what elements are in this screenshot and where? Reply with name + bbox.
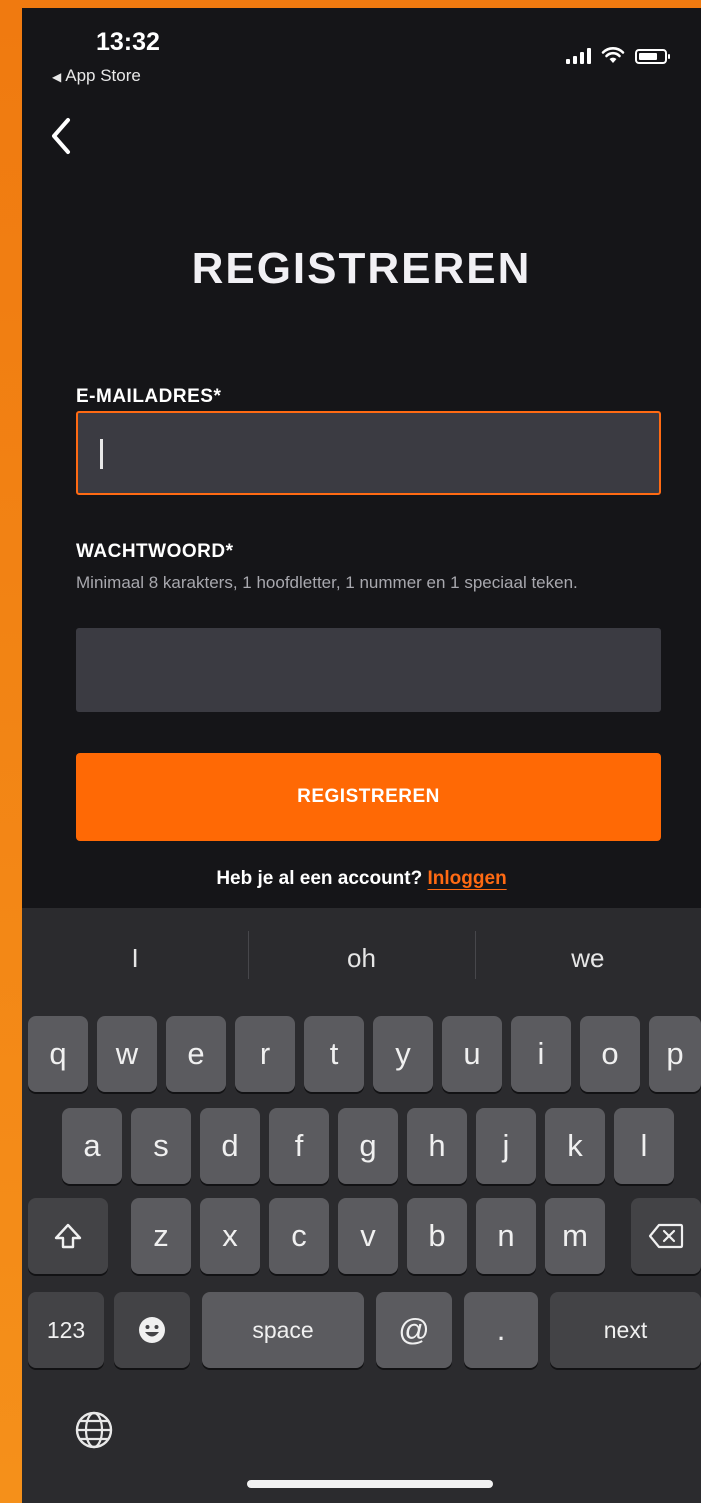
register-button[interactable]: REGISTREREN (76, 753, 661, 841)
key-h[interactable]: h (407, 1108, 467, 1184)
login-link[interactable]: Inloggen (428, 868, 507, 889)
globe-icon[interactable] (72, 1408, 116, 1452)
password-hint: Minimaal 8 karakters, 1 hoofdletter, 1 n… (76, 573, 578, 592)
key-u[interactable]: u (442, 1016, 502, 1092)
phone-screen: 13:32 ◀ App Store REGISTREREN E-MAILADRES… (22, 8, 701, 1503)
key-m[interactable]: m (545, 1198, 605, 1274)
home-indicator (247, 1480, 493, 1488)
key-i[interactable]: i (511, 1016, 571, 1092)
key-n[interactable]: n (476, 1198, 536, 1274)
key-p[interactable]: p (649, 1016, 701, 1092)
key-w[interactable]: w (97, 1016, 157, 1092)
next-key[interactable]: next (550, 1292, 701, 1368)
chevron-left-icon[interactable] (48, 116, 88, 166)
key-t[interactable]: t (304, 1016, 364, 1092)
account-question: Heb je al een account? (216, 868, 423, 889)
key-y[interactable]: y (373, 1016, 433, 1092)
email-field[interactable] (76, 411, 661, 495)
password-field[interactable] (76, 628, 661, 712)
signal-icon (566, 48, 591, 64)
suggestion-2[interactable]: oh (248, 930, 474, 979)
shift-icon (54, 1223, 82, 1249)
at-key[interactable]: @ (376, 1292, 452, 1368)
key-o[interactable]: o (580, 1016, 640, 1092)
battery-icon (635, 49, 670, 64)
key-v[interactable]: v (338, 1198, 398, 1274)
suggestion-3[interactable]: we (474, 930, 701, 979)
key-k[interactable]: k (545, 1108, 605, 1184)
suggestion-1[interactable]: I (22, 943, 248, 974)
key-q[interactable]: q (28, 1016, 88, 1092)
back-app-label: App Store (65, 66, 141, 85)
key-r[interactable]: r (235, 1016, 295, 1092)
password-label: WACHTWOORD* (76, 541, 234, 562)
key-f[interactable]: f (269, 1108, 329, 1184)
key-e[interactable]: e (166, 1016, 226, 1092)
key-c[interactable]: c (269, 1198, 329, 1274)
key-x[interactable]: x (200, 1198, 260, 1274)
back-triangle-icon: ◀ (52, 70, 62, 84)
login-prompt: Heb je al een account? Inloggen (22, 868, 701, 890)
key-d[interactable]: d (200, 1108, 260, 1184)
email-label: E-MAILADRES* (76, 386, 222, 407)
key-b[interactable]: b (407, 1198, 467, 1274)
key-a[interactable]: a (62, 1108, 122, 1184)
emoji-key[interactable] (114, 1292, 190, 1368)
key-l[interactable]: l (614, 1108, 674, 1184)
page-title: REGISTREREN (191, 244, 532, 293)
key-z[interactable]: z (131, 1198, 191, 1274)
dot-key[interactable]: . (464, 1292, 538, 1368)
numbers-key[interactable]: 123 (28, 1292, 104, 1368)
backspace-icon (648, 1223, 684, 1249)
delete-key[interactable] (631, 1198, 701, 1274)
key-s[interactable]: s (131, 1108, 191, 1184)
text-caret (100, 439, 103, 469)
space-key[interactable]: space (202, 1292, 364, 1368)
key-j[interactable]: j (476, 1108, 536, 1184)
key-g[interactable]: g (338, 1108, 398, 1184)
keyboard: I oh we q w e r t y u i o p a s d f g h … (22, 908, 701, 1503)
status-icons (566, 46, 670, 64)
emoji-icon (139, 1317, 165, 1343)
shift-key[interactable] (28, 1198, 108, 1274)
wifi-icon (601, 47, 625, 63)
status-time: 13:32 (96, 28, 160, 56)
back-to-app-store[interactable]: ◀ App Store (52, 66, 141, 86)
suggestion-bar: I oh we (22, 908, 701, 1008)
